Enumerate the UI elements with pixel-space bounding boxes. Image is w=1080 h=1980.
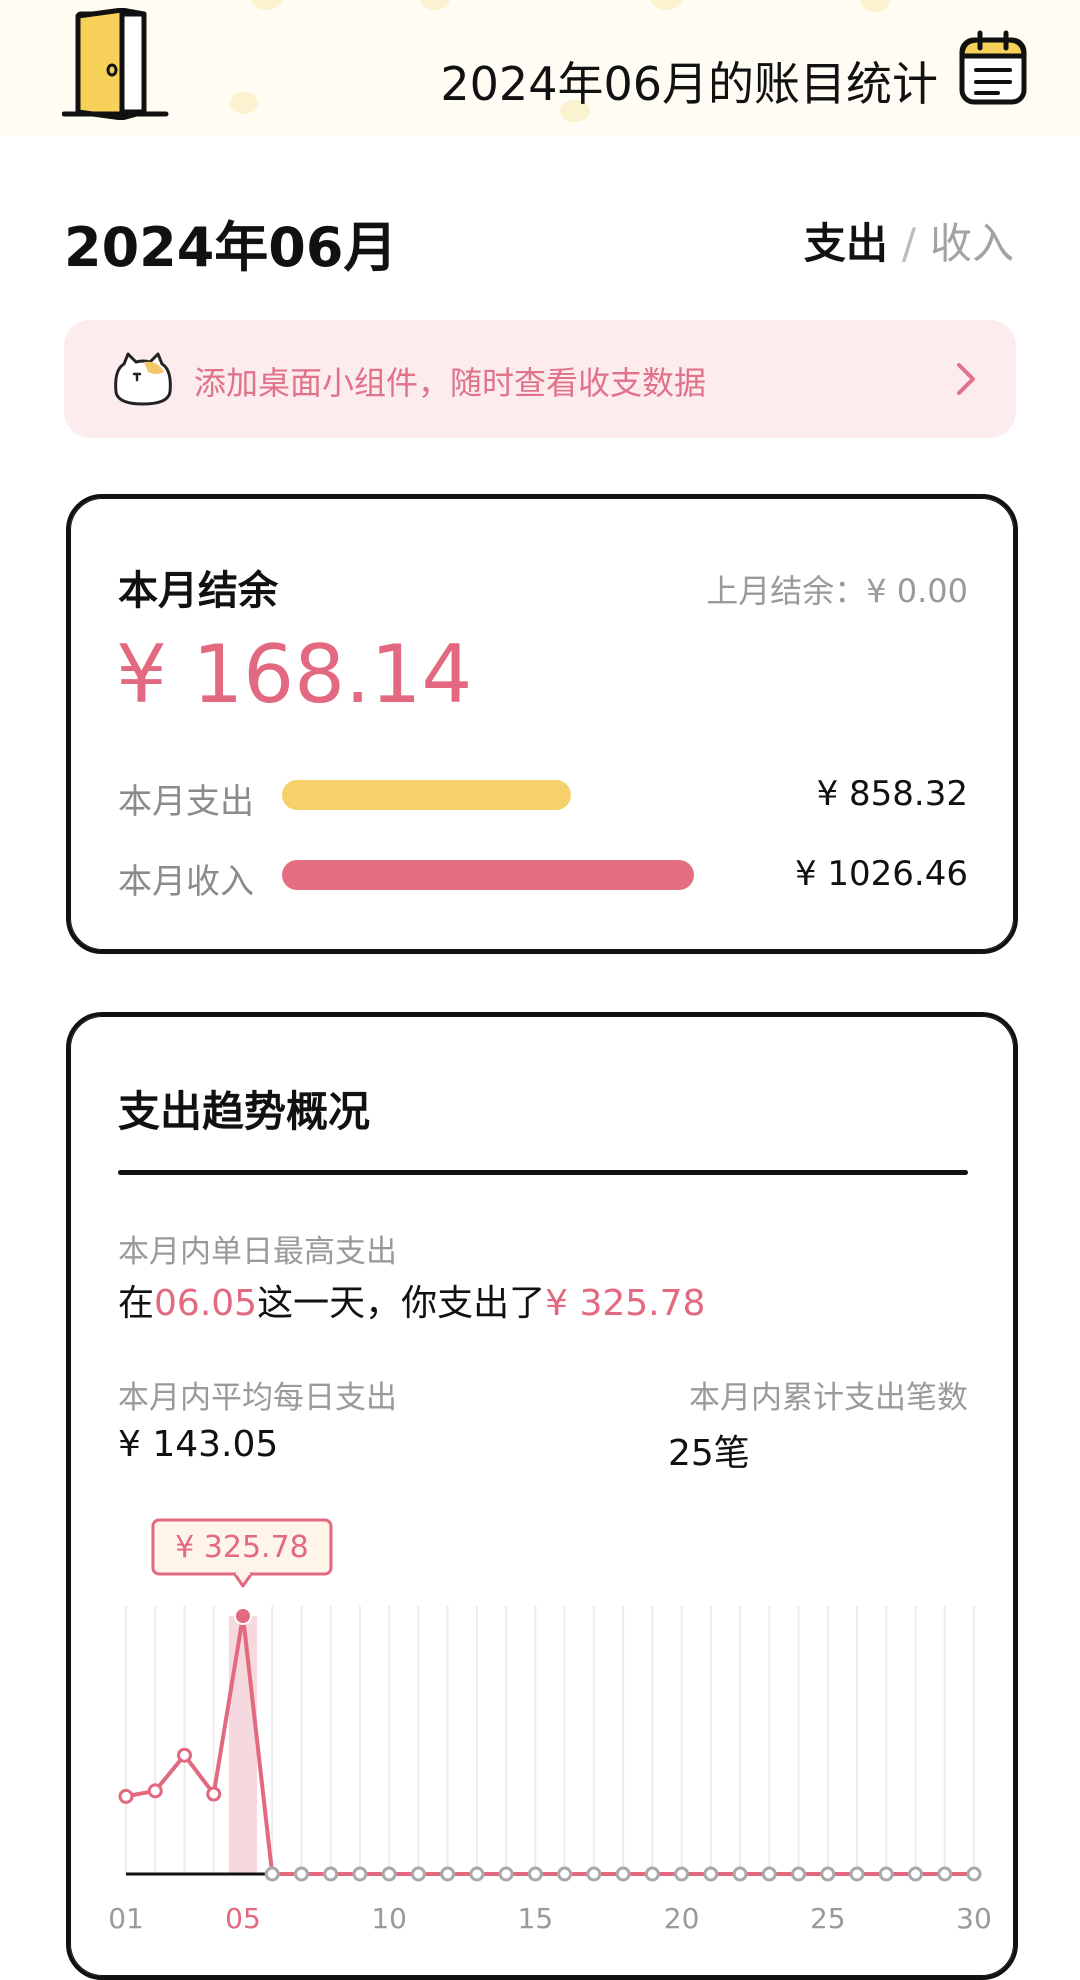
data-point: [410, 1866, 426, 1882]
data-point: [644, 1866, 660, 1882]
max-day-date: 06.05: [154, 1283, 258, 1324]
data-point: [264, 1866, 280, 1882]
x-tick-label: 20: [664, 1902, 700, 1935]
expense-row: 本月支出 ¥ 858.32: [118, 774, 968, 822]
paw-decoration: [230, 92, 258, 114]
expense-amount: ¥ 858.32: [816, 774, 968, 814]
tab-income[interactable]: 收入: [930, 219, 1014, 268]
paw-decoration: [650, 0, 684, 10]
trend-title: 支出趋势概况: [118, 1087, 371, 1136]
max-day-sentence: 在06.05这一天，你支出了¥ 325.78: [118, 1274, 705, 1326]
data-point: [703, 1866, 719, 1882]
data-point: [937, 1866, 953, 1882]
highlight-band: [228, 1616, 257, 1874]
data-point: [674, 1866, 690, 1882]
data-point: [761, 1866, 777, 1882]
paw-decoration: [860, 0, 890, 12]
data-point: [176, 1747, 192, 1763]
data-point: [586, 1866, 602, 1882]
data-point: [498, 1866, 514, 1882]
income-label: 本月收入: [118, 862, 254, 902]
chevron-right-icon: [957, 363, 975, 395]
data-point: [557, 1866, 573, 1882]
data-point: [615, 1866, 631, 1882]
data-point: [878, 1866, 894, 1882]
expense-bar: [282, 780, 571, 810]
data-point: [849, 1866, 865, 1882]
data-point: [527, 1866, 543, 1882]
paw-decoration: [420, 0, 450, 10]
max-day-prefix: 在: [118, 1283, 155, 1324]
data-point: [147, 1783, 163, 1799]
data-point: [732, 1866, 748, 1882]
x-tick-label: 25: [810, 1902, 846, 1935]
divider: [118, 1170, 968, 1175]
avg-daily-label: 本月内平均每日支出: [118, 1380, 397, 1416]
x-tick-label: 05: [225, 1902, 261, 1935]
data-point: [381, 1866, 397, 1882]
balance-amount: ¥ 168.14: [116, 628, 473, 721]
data-point: [469, 1866, 485, 1882]
data-point: [352, 1866, 368, 1882]
data-point: [820, 1866, 836, 1882]
month-selector[interactable]: 2024年06月: [64, 203, 397, 282]
widget-banner[interactable]: 添加桌面小组件，随时查看收支数据: [64, 320, 1016, 438]
income-row: 本月收入 ¥ 1026.46: [118, 854, 968, 902]
header: 2024年06月的账目统计: [0, 0, 1080, 135]
paw-decoration: [250, 0, 284, 10]
data-point: [293, 1866, 309, 1882]
x-tick-label: 30: [956, 1902, 990, 1935]
count-value: 25笔: [668, 1433, 750, 1474]
max-day-amount: ¥ 325.78: [545, 1283, 706, 1324]
door-icon[interactable]: [62, 8, 172, 120]
x-tick-label: 10: [371, 1902, 407, 1935]
cat-icon: [114, 352, 172, 406]
tab-expense[interactable]: 支出: [804, 219, 888, 268]
count-label: 本月内累计支出笔数: [689, 1380, 968, 1416]
calendar-note-icon[interactable]: [958, 30, 1028, 106]
balance-label: 本月结余: [118, 568, 278, 614]
expense-label: 本月支出: [118, 782, 254, 822]
data-point: [440, 1866, 456, 1882]
data-point: [323, 1866, 339, 1882]
max-day-label: 本月内单日最高支出: [118, 1234, 397, 1270]
type-toggle: 支出 / 收入: [804, 210, 1014, 271]
expense-trend-chart[interactable]: ¥ 325.78 01 05 10 15 20 25 30: [110, 1476, 990, 1956]
data-point: [966, 1866, 982, 1882]
income-bar: [282, 860, 694, 890]
page-title: 2024年06月的账目统计: [440, 57, 938, 111]
max-day-middle: 这一天，你支出了: [257, 1283, 546, 1324]
income-amount: ¥ 1026.46: [794, 854, 968, 894]
trend-card: 支出趋势概况 本月内单日最高支出 在06.05这一天，你支出了 ¥ 325.78 …: [66, 1012, 1018, 1980]
avg-daily-value: ¥ 143.05: [118, 1424, 279, 1465]
banner-text: 添加桌面小组件，随时查看收支数据: [194, 364, 707, 402]
balance-card: 本月结余 上月结余：¥ 0.00 ¥ 168.14 本月支出 ¥ 858.32 …: [66, 494, 1018, 954]
data-point: [908, 1866, 924, 1882]
toggle-separator: /: [901, 219, 916, 268]
previous-balance: 上月结余：¥ 0.00: [706, 572, 968, 610]
data-point: [206, 1786, 222, 1802]
data-point-highlight: [233, 1607, 252, 1625]
data-point: [791, 1866, 807, 1882]
x-tick-label: 01: [110, 1902, 144, 1935]
data-point: [118, 1788, 134, 1804]
x-tick-label: 15: [518, 1902, 554, 1935]
tooltip-text: ¥ 325.78: [175, 1530, 309, 1565]
